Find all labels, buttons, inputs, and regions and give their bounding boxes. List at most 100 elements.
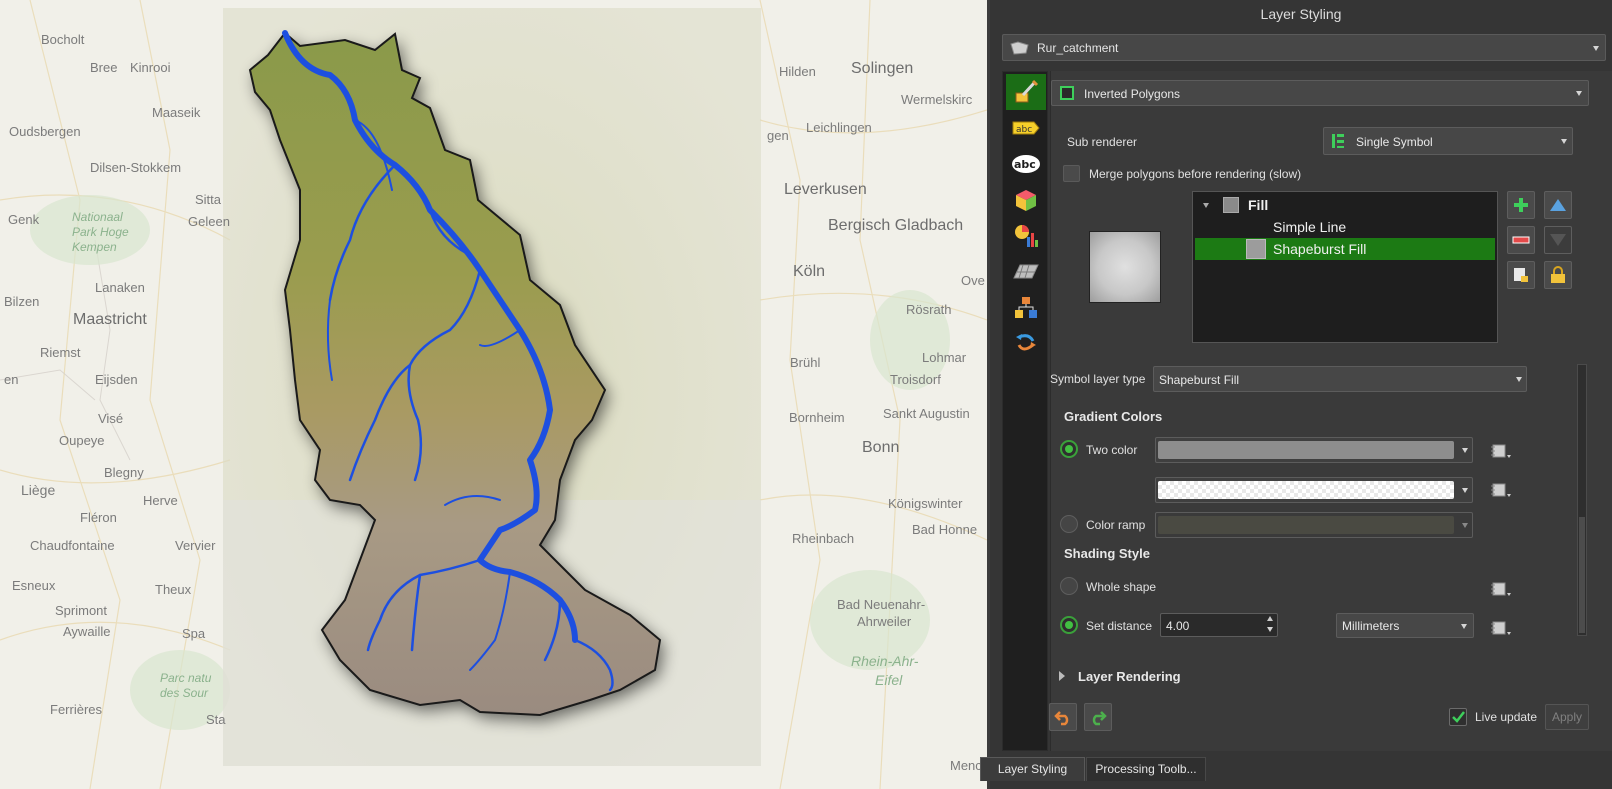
tab-fields[interactable] <box>1006 254 1046 290</box>
style-tabs-bar: abc abc <box>1002 71 1048 751</box>
place-label: Oupeye <box>59 433 105 448</box>
data-defined-override-button[interactable] <box>1489 440 1513 462</box>
tree-item-label: Fill <box>1248 197 1269 213</box>
redo-button[interactable] <box>1084 703 1112 731</box>
chevron-down-icon <box>1462 488 1468 493</box>
place-label: Rhein-Ahr- <box>851 653 919 669</box>
checkmark-icon <box>1452 711 1465 723</box>
spin-down-icon[interactable] <box>1267 627 1273 632</box>
symbology-content: Inverted Polygons Sub renderer Single Sy… <box>1049 71 1612 751</box>
place-label: Bocholt <box>41 32 85 47</box>
set-distance-radio[interactable] <box>1060 616 1078 634</box>
tree-item-label: Shapeburst Fill <box>1273 241 1367 257</box>
symbol-layer-type-label: Symbol layer type <box>1050 372 1146 386</box>
distance-unit-combo[interactable]: Millimeters <box>1336 613 1474 638</box>
two-color-radio[interactable] <box>1060 440 1078 458</box>
place-label: Bornheim <box>789 410 845 425</box>
tab-processing-toolbox[interactable]: Processing Toolb... <box>1086 757 1206 781</box>
labels-icon: abc <box>1012 121 1040 135</box>
data-defined-override-button[interactable] <box>1489 479 1513 501</box>
merge-polygons-label: Merge polygons before rendering (slow) <box>1089 167 1302 181</box>
shapeburst-swatch-icon <box>1246 239 1266 259</box>
color1-button[interactable] <box>1155 437 1473 463</box>
tab-labels[interactable]: abc <box>1006 110 1046 146</box>
data-defined-override-button[interactable] <box>1489 617 1513 639</box>
distance-spinbox[interactable]: 4.00 <box>1160 613 1278 637</box>
place-label: Rösrath <box>906 302 952 317</box>
place-label: Genk <box>8 212 40 227</box>
distance-unit-value: Millimeters <box>1342 619 1400 633</box>
color1-swatch <box>1158 441 1454 459</box>
place-label: Blegny <box>104 465 144 480</box>
duplicate-layer-button[interactable] <box>1507 261 1535 289</box>
place-label: Ferrières <box>50 702 103 717</box>
undo-button[interactable] <box>1049 703 1077 731</box>
data-defined-override-button[interactable] <box>1489 578 1513 600</box>
place-label: Leverkusen <box>784 181 867 198</box>
tab-layer-styling[interactable]: Layer Styling <box>980 757 1085 781</box>
place-label: Bad Neuenahr- <box>837 597 926 612</box>
merge-polygons-checkbox[interactable] <box>1063 165 1080 182</box>
place-label: Fléron <box>80 510 117 525</box>
remove-symbol-layer-button[interactable] <box>1507 226 1535 254</box>
place-label: gen <box>767 128 789 143</box>
shading-style-heading: Shading Style <box>1064 546 1150 561</box>
chevron-down-icon <box>1516 377 1522 382</box>
data-defined-icon <box>1491 483 1511 497</box>
expand-arrow-icon[interactable] <box>1059 671 1065 681</box>
move-down-button[interactable] <box>1544 226 1572 254</box>
two-color-label: Two color <box>1086 443 1138 457</box>
tab-symbology[interactable] <box>1006 74 1046 110</box>
layer-selector[interactable]: Rur_catchment <box>1002 34 1606 61</box>
place-label: Leichlingen <box>806 120 872 135</box>
lock-layer-button[interactable] <box>1544 261 1572 289</box>
renderer-combo[interactable]: Inverted Polygons <box>1051 80 1589 106</box>
park-label: Parc natu des Sour <box>160 671 212 700</box>
move-up-button[interactable] <box>1544 191 1572 219</box>
duplicate-icon <box>1514 268 1528 282</box>
place-label: Kinrooi <box>130 60 171 75</box>
chevron-down-icon <box>1461 624 1467 629</box>
live-update-checkbox[interactable] <box>1449 708 1467 726</box>
place-label: Solingen <box>851 60 914 77</box>
tab-masks[interactable]: abc <box>1006 146 1046 182</box>
tab-diagrams[interactable] <box>1006 218 1046 254</box>
color2-swatch <box>1158 481 1454 499</box>
symbol-preview <box>1089 231 1161 303</box>
tree-item-shapeburst-fill[interactable]: Shapeburst Fill <box>1195 238 1495 260</box>
set-distance-label: Set distance <box>1086 619 1153 633</box>
minus-icon <box>1512 236 1530 244</box>
place-label: Köln <box>793 263 826 280</box>
whole-shape-radio[interactable] <box>1060 577 1078 595</box>
color-ramp-label: Color ramp <box>1086 518 1146 532</box>
tree-item-simple-line[interactable]: Simple Line <box>1193 216 1497 238</box>
symbol-layer-type-combo[interactable]: Shapeburst Fill <box>1153 366 1527 392</box>
symbol-layers-tree[interactable]: Fill Simple Line Shapeburst Fill <box>1192 191 1498 343</box>
tree-item-fill[interactable]: Fill <box>1193 194 1497 216</box>
arrow-up-icon <box>1550 199 1566 211</box>
color2-button[interactable] <box>1155 477 1473 503</box>
apply-button[interactable]: Apply <box>1545 704 1589 730</box>
add-symbol-layer-button[interactable] <box>1507 191 1535 219</box>
spin-up-icon[interactable] <box>1267 616 1273 621</box>
polygon-layer-icon <box>1010 41 1029 55</box>
settings-scrollbar[interactable] <box>1577 364 1587 636</box>
tab-rendering[interactable] <box>1006 290 1046 326</box>
tab-3d-view[interactable] <box>1006 182 1046 218</box>
color-ramp-button[interactable] <box>1155 512 1473 538</box>
place-label: Liège <box>21 482 56 498</box>
symbology-paintbrush-icon <box>1015 79 1039 103</box>
tab-history[interactable] <box>1006 326 1046 362</box>
chevron-down-icon <box>1576 91 1582 96</box>
chevron-down-icon <box>1561 139 1567 144</box>
history-undo-icon <box>1016 334 1036 351</box>
scrollbar-thumb[interactable] <box>1579 517 1585 633</box>
sub-renderer-combo[interactable]: Single Symbol <box>1323 127 1573 155</box>
rendering-hierarchy-icon <box>1015 297 1037 318</box>
map-canvas[interactable]: Bocholt Bree Kinrooi Maaseik Oudsbergen … <box>0 0 987 789</box>
color-ramp-radio[interactable] <box>1060 515 1078 533</box>
layer-rendering-heading[interactable]: Layer Rendering <box>1078 669 1181 684</box>
data-defined-icon <box>1491 621 1511 635</box>
place-label: Bonn <box>862 439 900 456</box>
arrow-down-icon <box>1550 234 1566 246</box>
